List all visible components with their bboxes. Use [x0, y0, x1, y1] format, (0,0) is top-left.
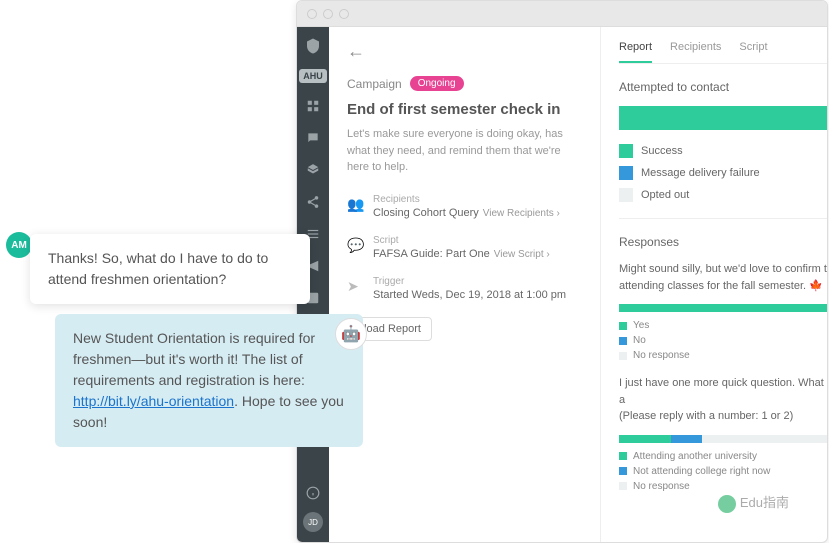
layers-icon[interactable] [304, 161, 322, 179]
app-window: AHU JD ← Campaign Ongoing End of first s… [296, 0, 828, 543]
q1-noresp: No response [619, 350, 827, 361]
bot-avatar-icon: 🤖 [335, 318, 367, 350]
campaign-description: Let's make sure everyone is doing okay, … [347, 126, 582, 176]
back-arrow-icon[interactable]: ← [347, 41, 582, 62]
q1-no: No [619, 335, 827, 346]
script-row: 💬 Script FAFSA Guide: Part OneView Scrip… [347, 235, 582, 260]
tab-script[interactable]: Script [739, 41, 767, 63]
campaign-title: End of first semester check in [347, 101, 582, 118]
logo-icon [304, 37, 322, 55]
info-icon[interactable] [304, 484, 322, 502]
attempted-title: Attempted to contact [619, 80, 827, 94]
share-icon[interactable] [304, 193, 322, 211]
chat-message-bot: New Student Orientation is required for … [55, 314, 363, 447]
send-icon: ➤ [347, 278, 363, 301]
tab-recipients[interactable]: Recipients [670, 41, 721, 63]
report-panel: Report Recipients Script Attempted to co… [601, 27, 827, 542]
square-icon [619, 166, 633, 180]
q1-bar [619, 304, 827, 312]
people-icon: 👥 [347, 196, 363, 219]
dashboard-icon[interactable] [304, 97, 322, 115]
view-script-link[interactable]: View Script › [494, 249, 550, 260]
campaign-panel: ← Campaign Ongoing End of first semester… [329, 27, 601, 542]
report-tabs: Report Recipients Script [619, 41, 827, 64]
responses-title: Responses [619, 235, 827, 249]
window-max-dot[interactable] [339, 9, 349, 19]
message-icon: 💬 [347, 237, 363, 260]
maple-leaf-icon: 🍁 [809, 280, 823, 292]
view-recipients-link[interactable]: View Recipients › [483, 208, 560, 219]
square-icon [619, 144, 633, 158]
q2-bar [619, 435, 827, 443]
orientation-link[interactable]: http://bit.ly/ahu-orientation [73, 393, 234, 409]
legend-success: Success [619, 144, 827, 158]
legend-opted: Opted out [619, 188, 827, 202]
window-close-dot[interactable] [307, 9, 317, 19]
user-avatar[interactable]: JD [303, 512, 323, 532]
chat-icon[interactable] [304, 129, 322, 147]
question-2: I just have one more quick question. Wha… [619, 375, 827, 425]
q2-a2: Not attending college right now [619, 466, 827, 477]
window-titlebar [297, 1, 827, 27]
watermark: Edu指南 [718, 492, 789, 513]
recipients-row: 👥 Recipients Closing Cohort QueryView Re… [347, 194, 582, 219]
chat-message-user: Thanks! So, what do I have to do to atte… [30, 234, 310, 304]
legend-failure: Message delivery failure [619, 166, 827, 180]
campaign-label: Campaign [347, 77, 402, 91]
trigger-row: ➤ Trigger Started Weds, Dec 19, 2018 at … [347, 276, 582, 301]
q1-yes: Yes [619, 320, 827, 331]
chat-avatar: AM [6, 232, 32, 258]
status-badge: Ongoing [410, 76, 464, 91]
wechat-icon [718, 495, 736, 513]
window-min-dot[interactable] [323, 9, 333, 19]
q2-a1: Attending another university [619, 451, 827, 462]
contact-bar [619, 106, 827, 130]
org-badge[interactable]: AHU [299, 69, 327, 83]
question-1: Might sound silly, but we'd love to conf… [619, 261, 827, 294]
tab-report[interactable]: Report [619, 41, 652, 63]
square-icon [619, 188, 633, 202]
q2-a3: No response [619, 481, 827, 492]
